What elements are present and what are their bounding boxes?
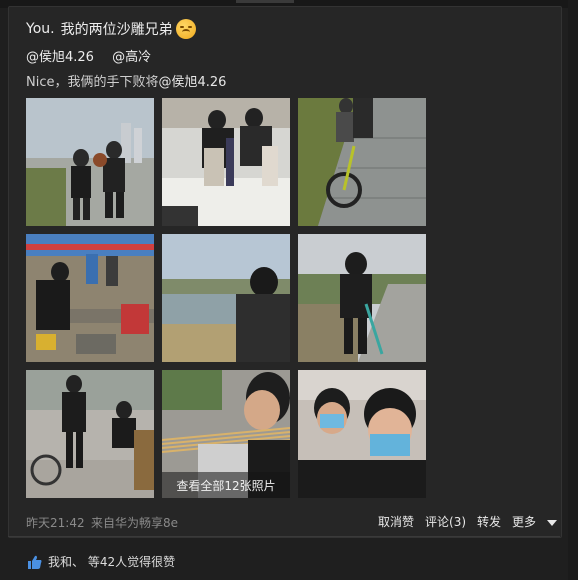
- photo-4[interactable]: [26, 234, 154, 362]
- caret-down-icon: [547, 519, 558, 526]
- more-button[interactable]: 更多: [512, 513, 558, 530]
- upside-down-face-icon: [175, 19, 196, 39]
- photo-3[interactable]: [298, 98, 426, 226]
- mentions-line: @侯旭4.26 @高冷: [26, 46, 165, 65]
- divider: [8, 536, 560, 537]
- photo-5[interactable]: [162, 234, 290, 362]
- photo-grid: 查看全部12张照片: [26, 98, 426, 498]
- post-author[interactable]: You.: [26, 21, 55, 37]
- post-source[interactable]: 来自华为畅享8e: [91, 514, 178, 531]
- share-button[interactable]: 转发: [477, 513, 501, 530]
- post-text-line: You. 我的两位沙雕兄弟: [26, 19, 196, 39]
- unlike-button[interactable]: 取消赞: [378, 513, 414, 530]
- photo-7[interactable]: [26, 370, 154, 498]
- view-all-photos-link[interactable]: 查看全部12张照片: [162, 472, 290, 498]
- photo-9[interactable]: [298, 370, 426, 498]
- photo-1[interactable]: [26, 98, 154, 226]
- photo-6[interactable]: [298, 234, 426, 362]
- post-text: 我的两位沙雕兄弟: [60, 22, 173, 38]
- post-time: 昨天21:42: [26, 516, 85, 530]
- top-bar-handle: [236, 0, 294, 3]
- comment-line: Nice，我俩的手下败将@侯旭4.26: [26, 71, 226, 90]
- comment-text: Nice，我俩的手下败将: [26, 75, 159, 90]
- comment-button[interactable]: 评论(3): [425, 513, 466, 530]
- post-actions: 取消赞 评论(3) 转发 更多: [367, 513, 558, 530]
- mention-1[interactable]: @侯旭4.26: [26, 50, 94, 65]
- likes-row: 我和、 等42人觉得很赞: [28, 553, 175, 570]
- likes-text[interactable]: 我和、 等42人觉得很赞: [48, 553, 175, 570]
- mention-2[interactable]: @高冷: [112, 50, 151, 65]
- scrollbar[interactable]: [568, 0, 578, 580]
- photo-2[interactable]: [162, 98, 290, 226]
- more-label: 更多: [512, 515, 537, 529]
- thumbs-up-icon: [28, 555, 42, 569]
- comment-mention[interactable]: @侯旭4.26: [158, 75, 226, 90]
